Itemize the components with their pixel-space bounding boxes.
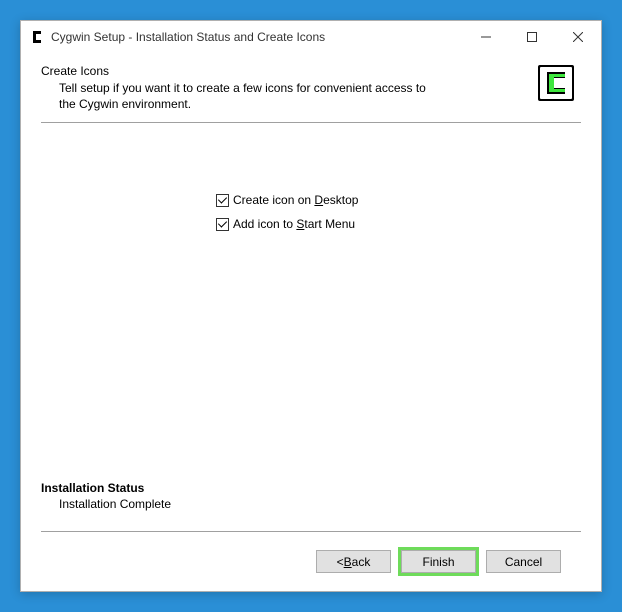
startmenu-icon-row: Add icon to Start Menu [216,217,581,231]
content-area: Create Icons Tell setup if you want it t… [21,52,601,591]
desktop-icon-row: Create icon on Desktop [216,193,581,207]
installer-window: Cygwin Setup - Installation Status and C… [20,20,602,592]
finish-button[interactable]: Finish [401,550,476,573]
page-description: Tell setup if you want it to create a fe… [41,78,441,112]
titlebar: Cygwin Setup - Installation Status and C… [21,21,601,52]
cygwin-logo-icon [535,62,577,104]
status-title: Installation Status [41,481,581,495]
status-block: Installation Status Installation Complet… [41,474,581,511]
minimize-button[interactable] [463,21,509,52]
cancel-button[interactable]: Cancel [486,550,561,573]
startmenu-icon-label[interactable]: Add icon to Start Menu [233,217,355,231]
maximize-button[interactable] [509,21,555,52]
window-controls [463,21,601,52]
startmenu-icon-checkbox[interactable] [216,218,229,231]
button-row: < Back Finish Cancel [41,532,581,591]
back-button[interactable]: < Back [316,550,391,573]
finish-highlight: Finish [398,547,479,576]
page-header: Create Icons Tell setup if you want it t… [41,62,581,123]
status-text: Installation Complete [41,495,581,511]
app-icon [29,29,45,45]
checkbox-area: Create icon on Desktop Add icon to Start… [41,127,581,241]
desktop-icon-label[interactable]: Create icon on Desktop [233,193,358,207]
window-title: Cygwin Setup - Installation Status and C… [51,30,463,44]
close-button[interactable] [555,21,601,52]
desktop-icon-checkbox[interactable] [216,194,229,207]
page-title: Create Icons [41,64,535,78]
